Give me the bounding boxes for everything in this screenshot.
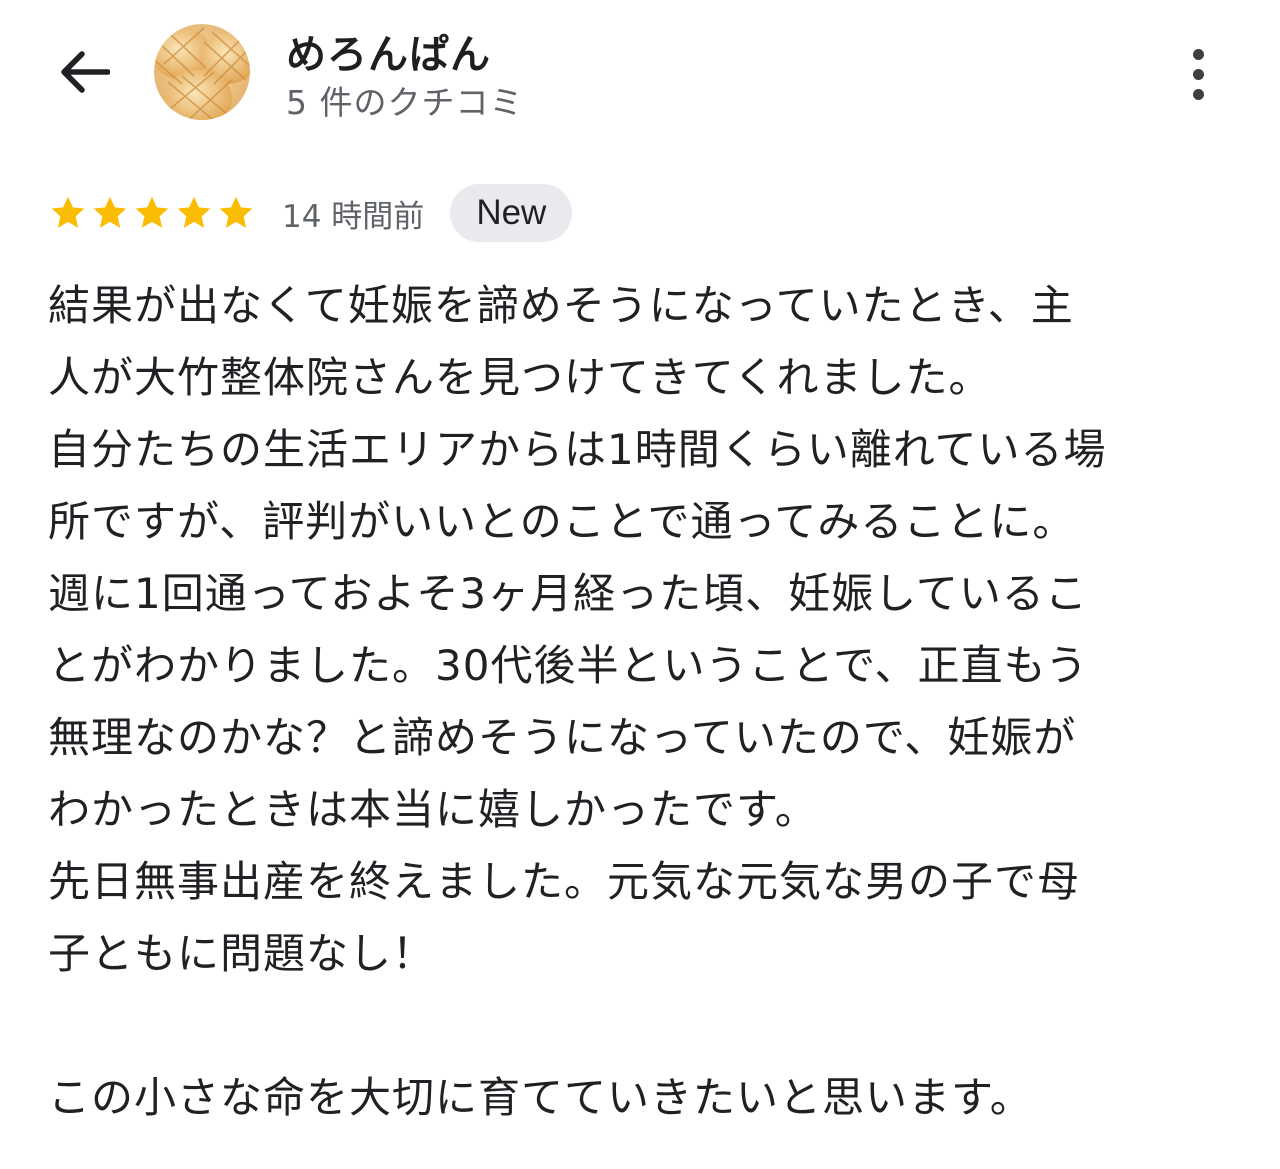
review-text-line: 無理なのかな？と諦めそうになっていたので、妊娠が	[48, 713, 1077, 762]
review-text-line: 所ですが、評判がいいとのことで通ってみることに。	[48, 497, 1076, 546]
review-count[interactable]: 5 件のクチコミ	[286, 76, 524, 124]
review-text-line: この小さな命を大切に育てていきたいと思います。	[48, 1073, 1033, 1122]
star-icon	[135, 196, 169, 228]
review-text-line: 週に1回通っておよそ3ヶ月経った頃、妊娠しているこ	[48, 569, 1088, 618]
back-button[interactable]	[44, 36, 124, 108]
more-vert-icon-dot	[1192, 48, 1204, 60]
melon-bread-avatar-image	[154, 24, 250, 120]
arrow-back-icon	[61, 51, 110, 93]
review-text-line: 結果が出なくて妊娠を諦めそうになっていたとき、主	[48, 281, 1074, 330]
star-icon	[51, 196, 85, 228]
review-time: 14 時間前	[282, 198, 425, 235]
more-vert-icon-dot	[1192, 88, 1204, 100]
review-text-line: 自分たちの生活エリアからは1時間くらい離れている場	[48, 425, 1107, 474]
review-meta: 14 時間前 New	[48, 184, 573, 242]
author-name[interactable]: めろんぱん	[286, 22, 491, 80]
review-text-line: 子ともに問題なし！	[48, 929, 436, 978]
star-icon	[177, 196, 211, 228]
review-body: 結果が出なくて妊娠を諦めそうになっていたとき、主 人が大竹整体院さんを見つけてきて…	[48, 270, 1228, 1134]
star-icon	[93, 196, 127, 228]
review-text-line: 人が大竹整体院さんを見つけてきてくれました。	[48, 353, 992, 402]
more-options-button[interactable]	[1170, 40, 1226, 108]
new-badge: New	[450, 184, 573, 242]
review-header: めろんぱん 5 件のクチコミ	[0, 0, 1280, 150]
review-text-line: とがわかりました。30代後半ということで、正直もう	[48, 641, 1089, 690]
star-icon	[219, 196, 253, 228]
review-text-line	[48, 990, 1228, 1062]
star-rating	[48, 193, 256, 233]
avatar[interactable]	[154, 24, 250, 120]
review-text-line: 先日無事出産を終えました。元気な元気な男の子で母	[48, 857, 1081, 906]
review-text-line: わかったときは本当に嬉しかったです。	[48, 785, 818, 834]
more-vert-icon-dot	[1192, 68, 1204, 80]
